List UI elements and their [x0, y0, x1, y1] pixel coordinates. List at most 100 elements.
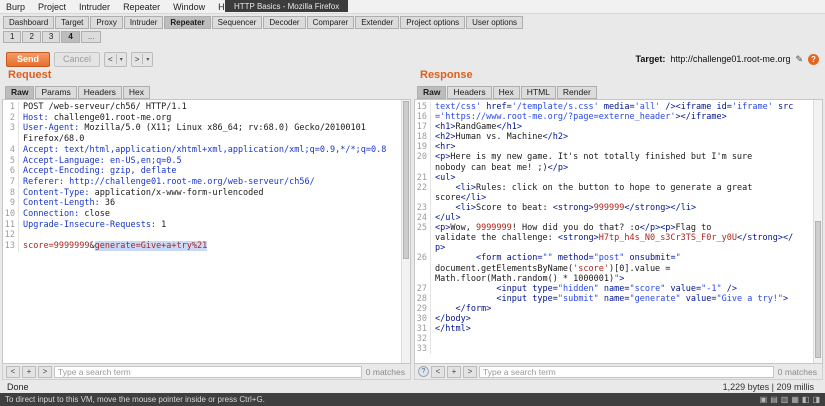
request-editor-scrollbar[interactable] — [401, 100, 410, 363]
response-tab-html[interactable]: HTML — [521, 86, 556, 99]
response-tab-bar: Raw Headers Hex HTML Render — [414, 84, 823, 99]
tab-decoder[interactable]: Decoder — [263, 16, 305, 29]
request-search-matches: 0 matches — [364, 367, 407, 377]
response-search-input[interactable] — [479, 366, 774, 378]
edit-target-icon[interactable]: ✎ — [795, 54, 803, 65]
request-editor-scrollbar-thumb[interactable] — [403, 101, 409, 259]
code-line: 5Accept-Language: en-US,en;q=0.5 — [3, 156, 410, 167]
tab-user-options[interactable]: User options — [466, 16, 523, 29]
message-panels: Request Raw Params Headers Hex 1POST /we… — [2, 68, 823, 380]
code-line: p> — [415, 243, 822, 253]
request-tab-params[interactable]: Params — [35, 86, 76, 99]
response-editor[interactable]: 15text/css' href='/template/s.css' media… — [414, 99, 823, 364]
target-block: Target: http://challenge01.root-me.org ✎… — [636, 54, 819, 65]
vm-toolbar-icons: ▣ ▤ ▥ ▦ ◧ ◨ — [760, 395, 820, 404]
tab-sequencer[interactable]: Sequencer — [212, 16, 263, 29]
cancel-button[interactable]: Cancel — [54, 52, 100, 67]
repeater-tab-3[interactable]: 3 — [42, 31, 60, 43]
code-line: 28 <input type="submit" name="generate" … — [415, 294, 822, 304]
repeater-tab-2[interactable]: 2 — [22, 31, 40, 43]
tab-intruder[interactable]: Intruder — [124, 16, 164, 29]
code-line: 30</body> — [415, 314, 822, 324]
tab-repeater[interactable]: Repeater — [164, 16, 210, 29]
response-tab-headers[interactable]: Headers — [447, 86, 491, 99]
prev-request-button[interactable]: < ▾ — [104, 52, 127, 67]
tab-project-options[interactable]: Project options — [400, 16, 465, 29]
response-panel: Response Raw Headers Hex HTML Render 15t… — [414, 68, 823, 380]
response-tab-hex[interactable]: Hex — [493, 86, 520, 99]
search-next-button[interactable]: > — [463, 366, 477, 378]
tab-proxy[interactable]: Proxy — [90, 16, 122, 29]
response-size-time: 1,229 bytes | 209 millis — [723, 382, 818, 392]
menu-intruder[interactable]: Intruder — [79, 2, 110, 12]
code-line: 15text/css' href='/template/s.css' media… — [415, 102, 822, 112]
search-prev-button[interactable]: < — [6, 366, 20, 378]
request-tab-bar: Raw Params Headers Hex — [2, 84, 411, 99]
tab-dashboard[interactable]: Dashboard — [3, 16, 54, 29]
prev-label: < — [108, 55, 113, 64]
status-done: Done — [7, 382, 29, 392]
request-tab-raw[interactable]: Raw — [5, 86, 34, 99]
code-line: 11Upgrade-Insecure-Requests: 1 — [3, 220, 410, 231]
code-line: 26 <form action="" method="post" onsubmi… — [415, 253, 822, 263]
code-line: 13score=9999999&generate=Give+a+try%21 — [3, 241, 410, 252]
response-editor-scrollbar[interactable] — [813, 100, 822, 363]
menu-window[interactable]: Window — [173, 2, 205, 12]
search-help-icon[interactable]: ? — [418, 366, 429, 377]
code-line: 32 — [415, 334, 822, 344]
menu-bar: Burp Project Intruder Repeater Window He… — [0, 0, 825, 14]
code-line: document.getElementsByName('score')[0].v… — [415, 264, 822, 274]
response-tab-raw[interactable]: Raw — [417, 86, 446, 99]
code-line: 21<ul> — [415, 173, 822, 183]
code-line: 4Accept: text/html,application/xhtml+xml… — [3, 145, 410, 156]
request-search-bar: < + > 0 matches — [2, 364, 411, 380]
request-tab-hex[interactable]: Hex — [123, 86, 150, 99]
repeater-tab-4[interactable]: 4 — [61, 31, 79, 43]
request-search-input[interactable] — [54, 366, 362, 378]
menu-burp[interactable]: Burp — [6, 2, 25, 12]
request-tab-headers[interactable]: Headers — [78, 86, 122, 99]
tab-extender[interactable]: Extender — [355, 16, 399, 29]
code-line: 31</html> — [415, 324, 822, 334]
search-next-button[interactable]: > — [38, 366, 52, 378]
vm-status-bar: To direct input to this VM, move the mou… — [0, 393, 825, 406]
help-icon[interactable]: ? — [808, 54, 819, 65]
background-window-title[interactable]: HTTP Basics - Mozilla Firefox — [225, 0, 348, 12]
vm-icon-2[interactable]: ▤ — [770, 395, 778, 404]
response-editor-scrollbar-thumb[interactable] — [815, 221, 821, 358]
code-line: 23 <li>Score to beat: <strong>999999</st… — [415, 203, 822, 213]
code-line: 8Content-Type: application/x-www-form-ur… — [3, 188, 410, 199]
vm-icon-4[interactable]: ▦ — [791, 395, 799, 404]
code-line: 9Content-Length: 36 — [3, 198, 410, 209]
vm-icon-6[interactable]: ◨ — [812, 395, 820, 404]
code-line: 19<hr> — [415, 142, 822, 152]
send-button[interactable]: Send — [6, 52, 50, 67]
menu-repeater[interactable]: Repeater — [123, 2, 160, 12]
repeater-tab-1[interactable]: 1 — [3, 31, 21, 43]
search-add-button[interactable]: + — [22, 366, 36, 378]
status-bar: Done 1,229 bytes | 209 millis — [2, 380, 823, 393]
code-line: 16='https://www.root-me.org/?page=extern… — [415, 112, 822, 122]
search-add-button[interactable]: + — [447, 366, 461, 378]
request-editor[interactable]: 1POST /web-serveur/ch56/ HTTP/1.12Host: … — [2, 99, 411, 364]
menu-project[interactable]: Project — [38, 2, 66, 12]
code-line: 12 — [3, 230, 410, 241]
vm-icon-1[interactable]: ▣ — [760, 395, 768, 404]
next-request-button[interactable]: > ▾ — [131, 52, 154, 67]
code-line: 17<h1>RandGame</h1> — [415, 122, 822, 132]
repeater-tab-bar: 1 2 3 4 ... — [0, 29, 825, 43]
code-line: 24</ul> — [415, 213, 822, 223]
target-url: http://challenge01.root-me.org — [670, 54, 790, 64]
response-tab-render[interactable]: Render — [557, 86, 597, 99]
vm-icon-3[interactable]: ▥ — [781, 395, 789, 404]
code-line: 2Host: challenge01.root-me.org — [3, 113, 410, 124]
code-line: 20<p>Here is my new game. It's not total… — [415, 152, 822, 162]
search-prev-button[interactable]: < — [431, 366, 445, 378]
repeater-tab-new[interactable]: ... — [81, 31, 102, 43]
tab-target[interactable]: Target — [55, 16, 89, 29]
vm-icon-5[interactable]: ◧ — [802, 395, 810, 404]
code-line: validate the challenge: <strong>H7tp_h4s… — [415, 233, 822, 243]
vm-hint-text: To direct input to this VM, move the mou… — [5, 395, 265, 404]
code-line: 10Connection: close — [3, 209, 410, 220]
tab-comparer[interactable]: Comparer — [307, 16, 355, 29]
